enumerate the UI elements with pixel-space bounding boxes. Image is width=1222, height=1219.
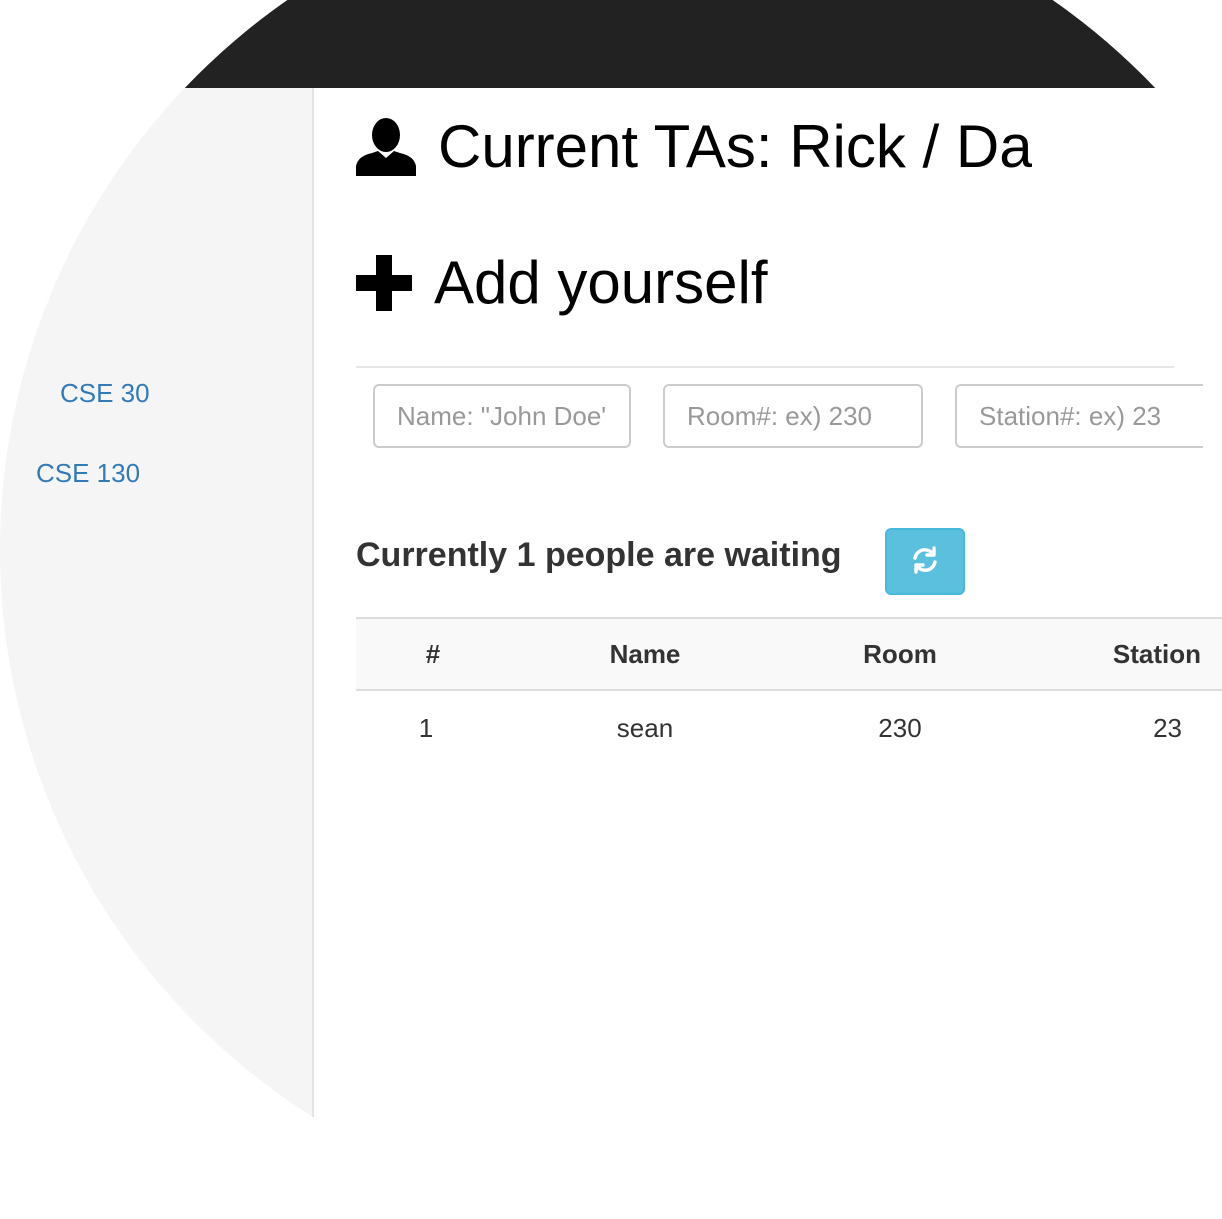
current-tas-text: Current TAs: Rick / Dave: [438, 113, 1032, 180]
plus-icon: [356, 254, 412, 311]
table-header-row: # Name Room Station: [356, 617, 1222, 691]
magnifier-view: CSE 30 CSE 130 Current TAs: Rick / Dave: [0, 0, 1222, 1219]
add-yourself-text: Add yourself: [434, 249, 768, 316]
column-header-name: Name: [510, 617, 780, 691]
cell-name: sean: [616, 712, 674, 743]
column-header-number: #: [356, 617, 510, 691]
refresh-button[interactable]: [885, 528, 965, 595]
top-navbar: [0, 0, 1222, 88]
add-yourself-heading: Add yourself: [356, 248, 768, 317]
room-input[interactable]: [663, 384, 923, 448]
cell-station: 23: [1153, 712, 1182, 743]
screen: CSE 30 CSE 130 Current TAs: Rick / Dave: [0, 0, 1222, 1219]
waiting-count-text: Currently 1 people are waiting: [356, 536, 842, 574]
form-divider: [356, 366, 1174, 368]
refresh-icon: [910, 545, 940, 578]
sidebar-item-cse-130[interactable]: CSE 130: [36, 458, 140, 489]
column-header-room: Room: [780, 617, 1020, 691]
queue-table: # Name Room Station 1 sean 230 23: [356, 617, 1222, 765]
sidebar-item-cse-30[interactable]: CSE 30: [60, 378, 150, 409]
sidebar: CSE 30 CSE 130: [0, 88, 314, 1143]
cell-room: 230: [878, 712, 922, 743]
cell-number: 1: [418, 712, 434, 743]
column-header-station: Station: [1020, 617, 1222, 691]
table-row: 1 sean 230 23: [356, 690, 1222, 765]
user-icon: [356, 117, 416, 176]
station-input[interactable]: [955, 384, 1203, 448]
name-input[interactable]: [373, 384, 631, 448]
current-tas-heading: Current TAs: Rick / Dave: [356, 112, 1032, 181]
